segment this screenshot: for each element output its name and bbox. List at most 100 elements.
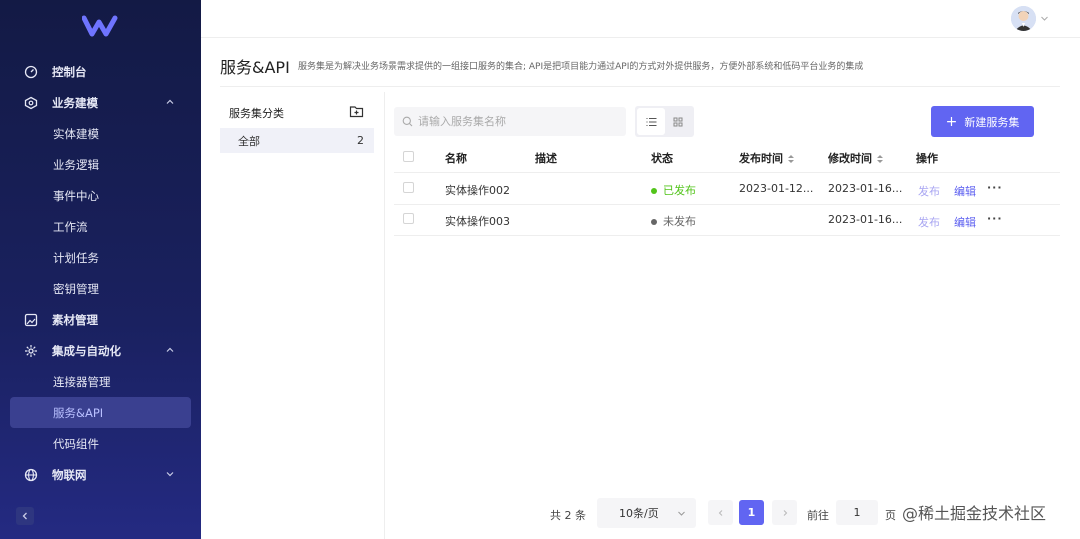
status-badge: 未发布	[651, 213, 696, 229]
row-published-time: 2023-01-12...	[739, 182, 814, 195]
top-bar	[201, 0, 1080, 38]
globe-icon	[24, 468, 38, 482]
chevron-down-icon	[678, 511, 685, 516]
search-input[interactable]	[394, 107, 626, 136]
sidebar-item-assets[interactable]: 素材管理	[10, 304, 191, 335]
logo-icon	[82, 15, 118, 37]
user-avatar-icon	[1011, 6, 1036, 31]
sidebar-item-business-logic[interactable]: 业务逻辑	[10, 149, 191, 180]
sidebar-item-label: 事件中心	[53, 188, 99, 203]
watermark: @稀土掘金技术社区	[902, 504, 1047, 523]
sidebar-item-label: 实体建模	[53, 126, 99, 141]
sidebar-item-entity-modeling[interactable]: 实体建模	[10, 118, 191, 149]
publish-button[interactable]: 发布	[918, 183, 940, 199]
dashboard-icon	[24, 65, 38, 79]
edit-button[interactable]: 编辑	[954, 214, 976, 230]
row-name: 实体操作002	[445, 184, 510, 197]
row-modified-time: 2023-01-16...	[828, 182, 903, 195]
image-icon	[24, 313, 38, 327]
row-checkbox[interactable]	[403, 213, 414, 224]
sidebar-item-label: 密钥管理	[53, 281, 99, 296]
plus-icon: +	[945, 113, 958, 130]
status-badge: 已发布	[651, 182, 696, 198]
sidebar-item-scheduled-tasks[interactable]: 计划任务	[10, 242, 191, 273]
goto-page-input[interactable]: 1	[836, 500, 878, 525]
model-icon	[24, 96, 38, 110]
list-icon	[646, 117, 656, 126]
sidebar-item-label: 连接器管理	[53, 374, 111, 389]
sidebar-item-label: 计划任务	[53, 250, 99, 265]
page-title: 服务&API	[220, 58, 290, 77]
page-description: 服务集是为解决业务场景需求提供的一组接口服务的集合; API是把项目能力通过AP…	[298, 62, 864, 72]
sidebar-item-label: 代码组件	[53, 436, 99, 451]
row-modified-time: 2023-01-16...	[828, 213, 903, 226]
sort-icon[interactable]	[876, 154, 884, 164]
row-checkbox[interactable]	[403, 182, 414, 193]
status-text: 未发布	[663, 215, 696, 228]
sidebar-item-code-components[interactable]: 代码组件	[10, 428, 191, 459]
category-count: 2	[357, 134, 364, 147]
divider	[220, 86, 1060, 87]
grid-icon	[673, 117, 683, 126]
integration-icon	[24, 344, 38, 358]
new-service-set-label: 新建服务集	[964, 115, 1020, 129]
sidebar-item-label: 素材管理	[52, 312, 98, 327]
status-text: 已发布	[663, 184, 696, 197]
add-folder-icon[interactable]	[349, 104, 364, 119]
chevron-up-icon	[166, 347, 174, 352]
more-actions-button[interactable]: ···	[987, 181, 1003, 194]
sidebar: 控制台 业务建模 实体建模 业务逻辑 事件中心 工作流 计划任务 密钥管理 素材…	[0, 0, 201, 539]
column-header-status: 状态	[651, 152, 673, 165]
column-header-name: 名称	[445, 152, 467, 165]
prev-page-button[interactable]	[708, 500, 733, 525]
view-toggle	[635, 106, 694, 137]
collapse-sidebar-button[interactable]	[16, 507, 34, 525]
sidebar-item-connectors[interactable]: 连接器管理	[10, 366, 191, 397]
chevron-up-icon	[166, 99, 174, 104]
list-view-button[interactable]	[637, 108, 665, 135]
divider	[394, 204, 1060, 205]
goto-label: 前往	[807, 509, 829, 522]
category-label: 全部	[238, 134, 260, 148]
sidebar-item-workflow[interactable]: 工作流	[10, 211, 191, 242]
sidebar-item-services-api[interactable]: 服务&API	[10, 397, 191, 428]
sidebar-item-iot[interactable]: 物联网	[10, 459, 191, 490]
pagination-total: 共 2 条	[550, 509, 586, 522]
sidebar-item-label: 控制台	[52, 64, 87, 79]
new-service-set-button[interactable]: + 新建服务集	[931, 106, 1034, 137]
chevron-left-icon	[22, 512, 27, 520]
page-1-button[interactable]: 1	[739, 500, 764, 525]
sidebar-item-dashboard[interactable]: 控制台	[10, 56, 191, 87]
status-dot	[651, 188, 657, 194]
sidebar-item-label: 物联网	[52, 467, 87, 482]
status-dot	[651, 219, 657, 225]
edit-button[interactable]: 编辑	[954, 183, 976, 199]
select-all-checkbox[interactable]	[403, 151, 414, 162]
column-header-modified[interactable]: 修改时间	[828, 150, 884, 166]
sidebar-item-label: 服务&API	[53, 405, 104, 420]
next-page-button[interactable]	[772, 500, 797, 525]
divider	[384, 92, 385, 539]
chevron-down-icon	[166, 472, 174, 477]
category-item-all[interactable]: 全部 2	[220, 128, 374, 153]
page-size-select[interactable]: 10条/页	[597, 498, 696, 528]
search-icon	[402, 116, 413, 127]
sidebar-item-label: 工作流	[53, 219, 88, 234]
chevron-down-icon[interactable]	[1040, 14, 1049, 23]
column-header-published[interactable]: 发布时间	[739, 150, 795, 166]
sort-icon[interactable]	[787, 154, 795, 164]
sidebar-item-business-modeling[interactable]: 业务建模	[10, 87, 191, 118]
column-header-label: 发布时间	[739, 152, 783, 165]
category-title: 服务集分类	[229, 107, 284, 120]
column-header-actions: 操作	[916, 152, 938, 165]
avatar[interactable]	[1011, 6, 1036, 31]
grid-view-button[interactable]	[664, 108, 692, 135]
sidebar-item-integration[interactable]: 集成与自动化	[10, 335, 191, 366]
more-actions-button[interactable]: ···	[987, 212, 1003, 225]
publish-button[interactable]: 发布	[918, 214, 940, 230]
column-header-label: 修改时间	[828, 152, 872, 165]
sidebar-item-event-center[interactable]: 事件中心	[10, 180, 191, 211]
sidebar-item-key-management[interactable]: 密钥管理	[10, 273, 191, 304]
row-name: 实体操作003	[445, 215, 510, 228]
chevron-right-icon	[783, 509, 787, 516]
